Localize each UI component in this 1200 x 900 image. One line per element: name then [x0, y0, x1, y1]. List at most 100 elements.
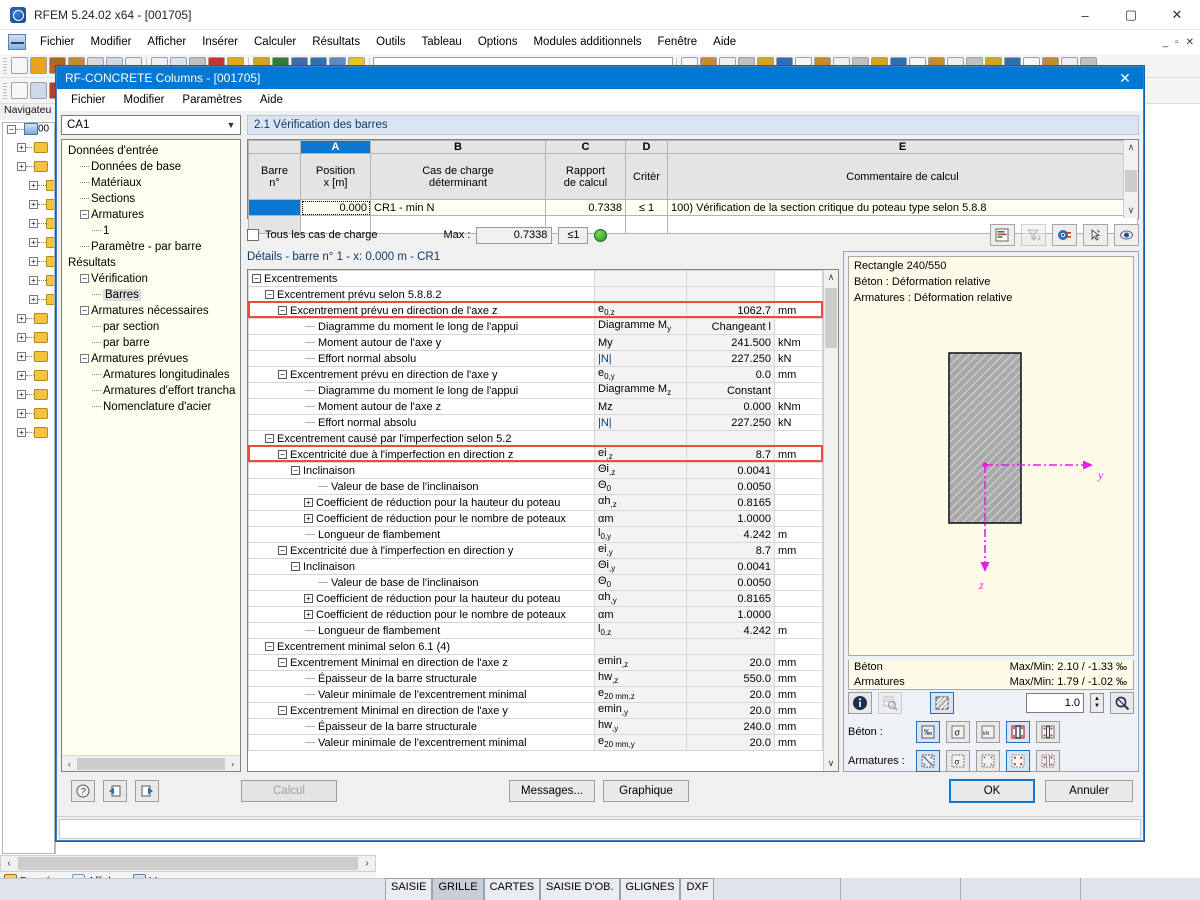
expand-icon[interactable]: +	[17, 409, 26, 418]
design-case-combo[interactable]: CA1 ▼	[61, 115, 241, 135]
details-row[interactable]: − Excentrement Minimal en direction de l'…	[248, 702, 823, 719]
messages-button[interactable]: Messages...	[509, 780, 595, 802]
cancel-button[interactable]: Annuler	[1045, 780, 1133, 802]
sidebar-item-param-tre-par-barre[interactable]: Paramètre - par barre	[66, 239, 240, 255]
pick-icon[interactable]	[1083, 224, 1108, 246]
details-expander[interactable]: −	[278, 450, 287, 460]
sidebar-item-armatures-pr-vues[interactable]: − Armatures prévues	[66, 351, 240, 367]
list-item[interactable]: +	[3, 237, 54, 256]
menu-fenetre[interactable]: Fenêtre	[650, 34, 706, 50]
col-letter-b[interactable]: B	[370, 140, 546, 154]
cell-load-case[interactable]: CR1 - min N	[370, 199, 546, 216]
details-row[interactable]: − Excentrement prévu en direction de l'ax…	[248, 302, 823, 319]
calcul-button[interactable]: Calcul	[241, 780, 337, 802]
sidebar-item-armatures-longitudinales[interactable]: Armatures longitudinales	[66, 367, 240, 383]
prev-icon[interactable]	[103, 780, 127, 802]
list-item[interactable]: +	[3, 332, 54, 351]
expand-icon[interactable]: +	[17, 390, 26, 399]
details-expander[interactable]: +	[304, 610, 313, 620]
details-row[interactable]: − Excentrement causé par l'imperfection s…	[248, 430, 823, 447]
expand-icon[interactable]: +	[17, 143, 26, 152]
tree-expander[interactable]: −	[80, 306, 89, 316]
inspect-icon[interactable]	[878, 692, 902, 714]
ok-button[interactable]: OK	[949, 779, 1035, 803]
details-row[interactable]: + Coefficient de réduction pour la hauteu…	[248, 494, 823, 511]
list-item[interactable]: +	[3, 180, 54, 199]
sidebar-item-barres[interactable]: Barres	[66, 287, 240, 303]
details-row[interactable]: + Coefficient de réduction pour le nombre…	[248, 510, 823, 527]
expand-icon[interactable]: +	[29, 219, 38, 228]
zoom-factor-input[interactable]: 1.0	[1026, 693, 1084, 713]
minimize-button[interactable]: –	[1062, 0, 1108, 30]
list-item[interactable]: +	[3, 313, 54, 332]
grid-vscrollbar[interactable]: ∧ ∨	[1123, 140, 1138, 218]
list-item[interactable]: +	[3, 351, 54, 370]
tree-expander[interactable]: −	[80, 354, 89, 364]
details-row[interactable]: − Inclinaison Θi,y 0.0041	[248, 558, 823, 575]
details-row[interactable]: Diagramme du moment le long de l'appui Di…	[248, 382, 823, 399]
details-expander[interactable]: −	[265, 290, 274, 300]
zoom-reset-icon[interactable]	[1110, 692, 1134, 714]
details-row[interactable]: − Excentricité due à l'imperfection en di…	[248, 446, 823, 463]
report-icon[interactable]	[990, 224, 1015, 246]
expand-icon[interactable]: +	[17, 333, 26, 342]
help-icon[interactable]: ?	[71, 780, 95, 802]
menu-resultats[interactable]: Résultats	[304, 34, 368, 50]
sidebar-item-par-barre[interactable]: par barre	[66, 335, 240, 351]
menu-fichier[interactable]: Fichier	[32, 34, 83, 50]
list-item[interactable]: +	[3, 370, 54, 389]
details-expander[interactable]: −	[278, 370, 287, 380]
mdi-close-button[interactable]: ✕	[1186, 37, 1194, 48]
chevron-down-icon[interactable]: ▼	[222, 120, 240, 130]
menu-modules-additionnels[interactable]: Modules additionnels	[525, 34, 649, 50]
col-letter-c[interactable]: C	[545, 140, 626, 154]
dialog-close-icon[interactable]: ✕	[1107, 70, 1143, 87]
hscroll-right-arrow[interactable]: ›	[359, 858, 375, 869]
list-item[interactable]: − 00	[3, 123, 54, 142]
details-scroll-thumb[interactable]	[825, 288, 837, 348]
table-row[interactable]: 0.000 CR1 - min N 0.7338 ≤ 1 100) Vérifi…	[248, 199, 1138, 216]
menu-modifier[interactable]: Modifier	[83, 34, 140, 50]
collapse-icon[interactable]: −	[7, 124, 16, 134]
zoom-spinner[interactable]: ▲ ▼	[1090, 693, 1104, 713]
expand-icon[interactable]: +	[17, 371, 26, 380]
hscroll-thumb[interactable]	[18, 857, 358, 870]
menu-aide[interactable]: Aide	[705, 34, 744, 50]
force-icon[interactable]: kN	[976, 721, 1000, 743]
rebar-strain-icon[interactable]	[916, 750, 940, 772]
expand-icon[interactable]: +	[29, 200, 38, 209]
details-row[interactable]: Moment autour de l'axe y My 241.500 kNm	[248, 334, 823, 351]
details-expander[interactable]: +	[304, 514, 313, 524]
col-letter-e[interactable]: E	[667, 140, 1138, 154]
sidebar-item-armatures[interactable]: − Armatures	[66, 207, 240, 223]
cell-ratio[interactable]: 0.7338	[545, 199, 626, 216]
cell-position[interactable]: 0.000	[300, 199, 371, 216]
menu-tableau[interactable]: Tableau	[414, 34, 470, 50]
statusbar-tab-glignes[interactable]: GLIGNES	[619, 878, 681, 900]
grid-scroll-up-arrow[interactable]: ∧	[1124, 140, 1138, 155]
cell-criterion[interactable]: ≤ 1	[625, 199, 668, 216]
details-row[interactable]: − Inclinaison Θi,z 0.0041	[248, 462, 823, 479]
details-expander[interactable]: +	[304, 498, 313, 508]
details-row[interactable]: Épaisseur de la barre structurale hw,y 240…	[248, 718, 823, 735]
list-item[interactable]: +	[3, 256, 54, 275]
close-button[interactable]: ✕	[1154, 0, 1200, 30]
details-expander[interactable]: −	[252, 274, 261, 284]
expand-icon[interactable]: +	[29, 238, 38, 247]
details-expander[interactable]: −	[278, 706, 287, 716]
tree-scroll-right-arrow[interactable]: ›	[225, 759, 240, 769]
details-row[interactable]: Effort normal absolu |N| 227.250 kN	[248, 350, 823, 367]
sidebar-item-1[interactable]: 1	[66, 223, 240, 239]
details-row[interactable]: Effort normal absolu |N| 227.250 kN	[248, 414, 823, 431]
details-expander[interactable]: −	[265, 434, 274, 444]
expand-icon[interactable]: +	[29, 257, 38, 266]
dialog-menu-parametres[interactable]: Paramètres	[174, 92, 249, 108]
details-expander[interactable]: −	[278, 546, 287, 556]
statusbar-tab-saisiedob[interactable]: SAISIE D'OB.	[540, 878, 620, 900]
details-expander[interactable]: −	[291, 562, 300, 572]
sidebar-item-donn-es-de-base[interactable]: Données de base	[66, 159, 240, 175]
details-row[interactable]: + Coefficient de réduction pour le nombre…	[248, 606, 823, 623]
list-item[interactable]: +	[3, 142, 54, 161]
details-row[interactable]: Longueur de flambement l0,z 4.242 m	[248, 622, 823, 639]
list-item[interactable]: +	[3, 218, 54, 237]
